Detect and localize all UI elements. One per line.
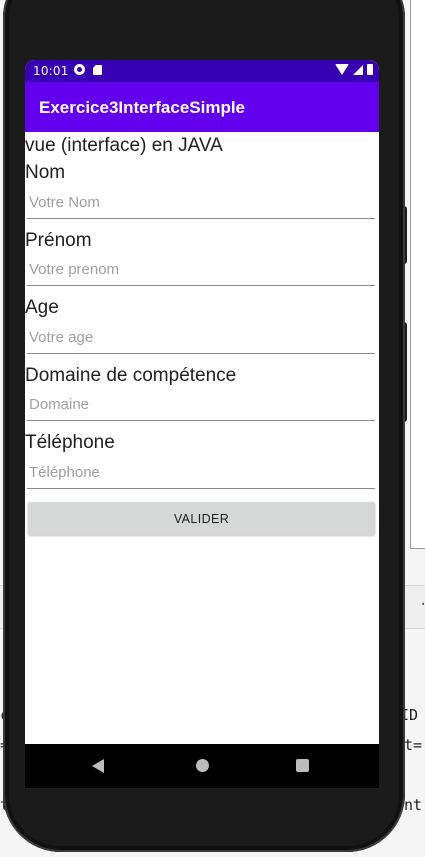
prenom-input[interactable] bbox=[27, 254, 375, 286]
status-time: 10:01 bbox=[33, 64, 69, 78]
form-heading: vue (interface) en JAVA bbox=[25, 135, 223, 156]
navigation-bar bbox=[25, 744, 379, 788]
wifi-icon bbox=[335, 64, 349, 75]
telephone-input[interactable] bbox=[27, 457, 375, 489]
back-icon[interactable] bbox=[92, 759, 104, 773]
telephone-label: Téléphone bbox=[25, 432, 115, 453]
age-input[interactable] bbox=[27, 322, 375, 354]
battery-icon bbox=[367, 64, 373, 75]
valider-button[interactable]: VALIDER bbox=[28, 502, 375, 535]
app-bar: Exercice3InterfaceSimple bbox=[25, 82, 379, 132]
status-icons bbox=[335, 64, 373, 75]
app-title: Exercice3InterfaceSimple bbox=[39, 98, 246, 117]
domaine-label: Domaine de compétence bbox=[25, 365, 237, 386]
ide-side-panel bbox=[410, 0, 425, 549]
prenom-label: Prénom bbox=[25, 230, 92, 251]
domaine-input[interactable] bbox=[27, 389, 375, 421]
sd-card-icon bbox=[93, 65, 102, 75]
nom-label: Nom bbox=[25, 162, 66, 183]
ide-more-icon[interactable]: · bbox=[419, 597, 425, 613]
status-bar: 10:01 bbox=[25, 60, 379, 82]
notification-icon bbox=[74, 64, 85, 75]
recents-icon[interactable] bbox=[296, 759, 309, 772]
age-label: Age bbox=[25, 297, 59, 318]
nom-input[interactable] bbox=[27, 187, 375, 219]
home-icon[interactable] bbox=[196, 759, 209, 772]
device-screen: 10:01 Exercice3InterfaceSimple vue (inte… bbox=[25, 60, 379, 744]
signal-icon bbox=[353, 64, 363, 75]
